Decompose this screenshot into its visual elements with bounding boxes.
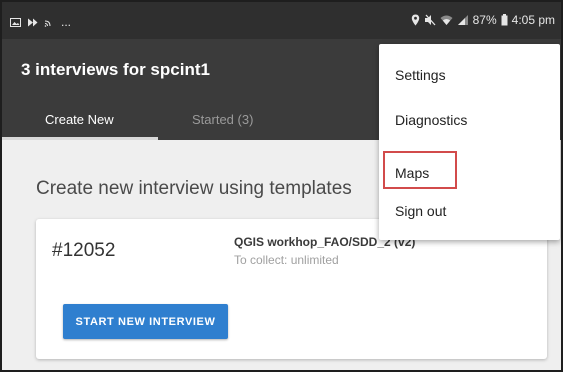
battery-icon [501, 14, 508, 26]
app-screen: ... 87% 4:05 pm 3 interviews for spcint1… [0, 0, 563, 372]
menu-item-maps[interactable]: Maps [395, 165, 429, 181]
template-collect-info: To collect: unlimited [234, 253, 339, 267]
template-card: #12052 QGIS workhop_FAO/SDD_2 (v2) To co… [36, 219, 547, 359]
page-title: 3 interviews for spcint1 [21, 60, 210, 79]
status-left-icons: ... [10, 15, 71, 29]
cast-icon [44, 20, 51, 27]
status-more: ... [61, 15, 72, 29]
overflow-menu: Settings Diagnostics Maps Sign out [379, 44, 560, 240]
image-icon [10, 17, 21, 27]
status-right: 87% 4:05 pm [411, 13, 555, 27]
battery-percent: 87% [472, 13, 497, 27]
template-id: #12052 [52, 240, 116, 261]
menu-item-diagnostics[interactable]: Diagnostics [395, 112, 467, 128]
tab-create-new[interactable]: Create New [45, 112, 114, 127]
menu-item-settings[interactable]: Settings [395, 67, 446, 83]
signal-icon [457, 15, 468, 25]
location-icon [411, 14, 419, 26]
menu-item-sign-out[interactable]: Sign out [395, 203, 446, 219]
play-icon [28, 18, 38, 26]
status-bar: ... 87% 4:05 pm [2, 2, 561, 39]
clock: 4:05 pm [511, 13, 555, 27]
mute-icon [424, 14, 436, 26]
tab-started[interactable]: Started (3) [192, 112, 253, 127]
wifi-icon [440, 15, 453, 25]
section-title: Create new interview using templates [36, 178, 352, 199]
start-new-interview-button[interactable]: START NEW INTERVIEW [63, 304, 228, 339]
